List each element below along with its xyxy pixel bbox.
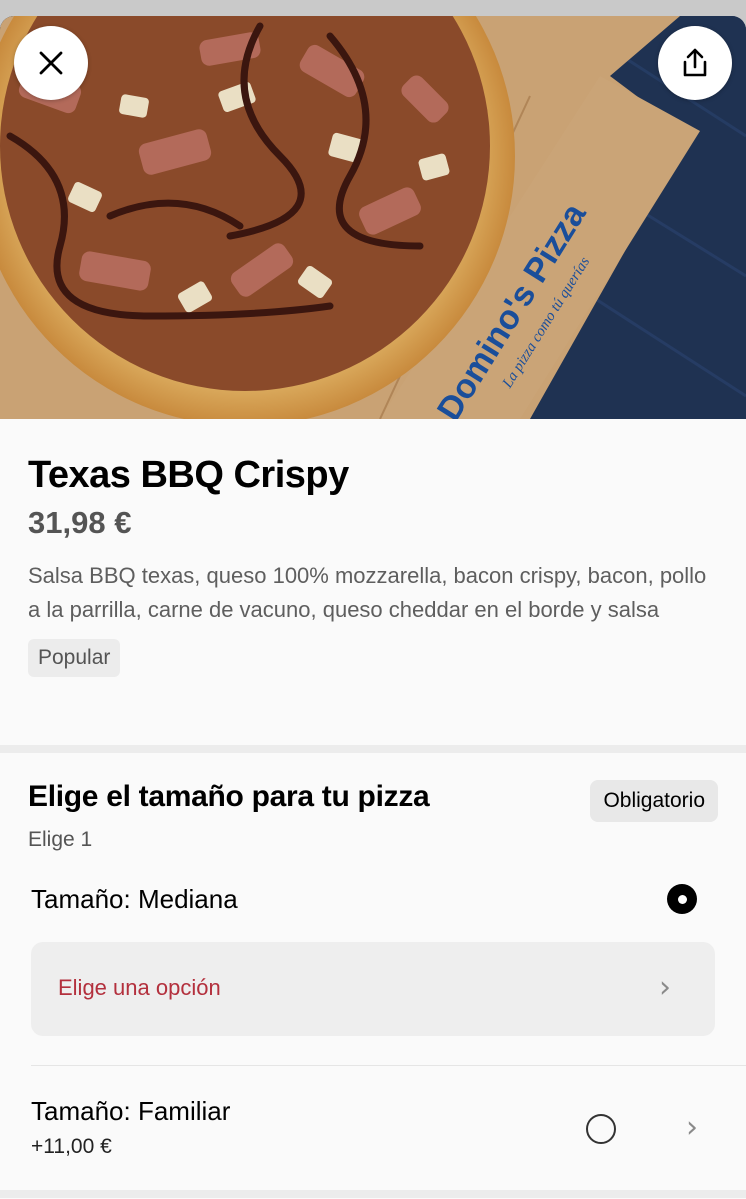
close-icon: [39, 51, 63, 75]
share-button[interactable]: [658, 26, 732, 100]
option-divider: [31, 1065, 746, 1066]
section-divider: [0, 745, 746, 753]
chevron-right-icon: ›: [686, 1110, 698, 1145]
section-title: Elige el tamaño para tu pizza: [28, 780, 430, 813]
radio-selected[interactable]: [667, 884, 697, 914]
share-icon: [683, 48, 707, 77]
required-badge: Obligatorio: [590, 780, 718, 822]
option-mediana[interactable]: Tamaño: Mediana: [0, 866, 746, 930]
radio-unselected[interactable]: [586, 1114, 616, 1144]
bottom-divider: [0, 1190, 746, 1198]
product-description: Salsa BBQ texas, queso 100% mozzarella, …: [28, 563, 707, 622]
product-info: Texas BBQ Crispy 31,98 € Salsa BBQ texas…: [0, 419, 746, 677]
option-extra-price: +11,00 €: [31, 1135, 112, 1158]
option-label: Tamaño: Familiar: [31, 1096, 231, 1126]
choose-option-button[interactable]: Elige una opción ›: [31, 942, 715, 1036]
choose-option-label: Elige una opción: [58, 975, 221, 1000]
option-familiar[interactable]: Tamaño: Familiar +11,00 € ›: [0, 1081, 746, 1171]
product-price: 31,98 €: [28, 505, 132, 540]
close-button[interactable]: [14, 26, 88, 100]
product-image: Domino's Pizza La pizza como tú querías: [0, 16, 746, 419]
popular-badge: Popular: [28, 639, 121, 677]
chevron-right-icon: ›: [659, 970, 671, 1005]
product-sheet: Domino's Pizza La pizza como tú querías: [0, 16, 746, 1199]
section-subtitle: Elige 1: [28, 828, 93, 851]
option-label: Tamaño: Mediana: [31, 884, 238, 914]
product-title: Texas BBQ Crispy: [28, 454, 349, 496]
